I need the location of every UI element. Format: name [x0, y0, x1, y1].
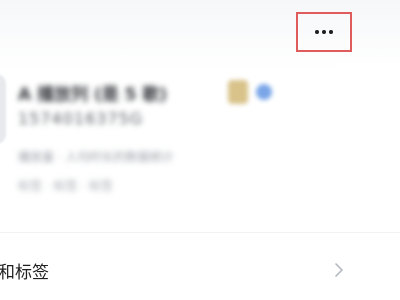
divider — [0, 232, 400, 233]
more-horizontal-icon — [315, 30, 333, 34]
verified-icon — [256, 84, 272, 100]
trophy-icon — [228, 80, 248, 104]
profile-id: 1574016375G — [18, 109, 144, 128]
profile-tags: 标签 · 标签 · 标签 — [18, 179, 113, 193]
profile-name: A 播放列 (是 5 歌) — [18, 85, 168, 105]
menu-item-tags[interactable]: 和标签 — [0, 242, 400, 298]
menu-item-label: 和标签 — [0, 262, 49, 283]
chevron-right-icon — [335, 263, 343, 277]
profile-meta: 播放量 · 人均时长的数据统计 — [18, 150, 174, 164]
more-options-button[interactable] — [296, 12, 352, 52]
avatar — [0, 74, 6, 144]
profile-fade-overlay — [300, 62, 400, 232]
